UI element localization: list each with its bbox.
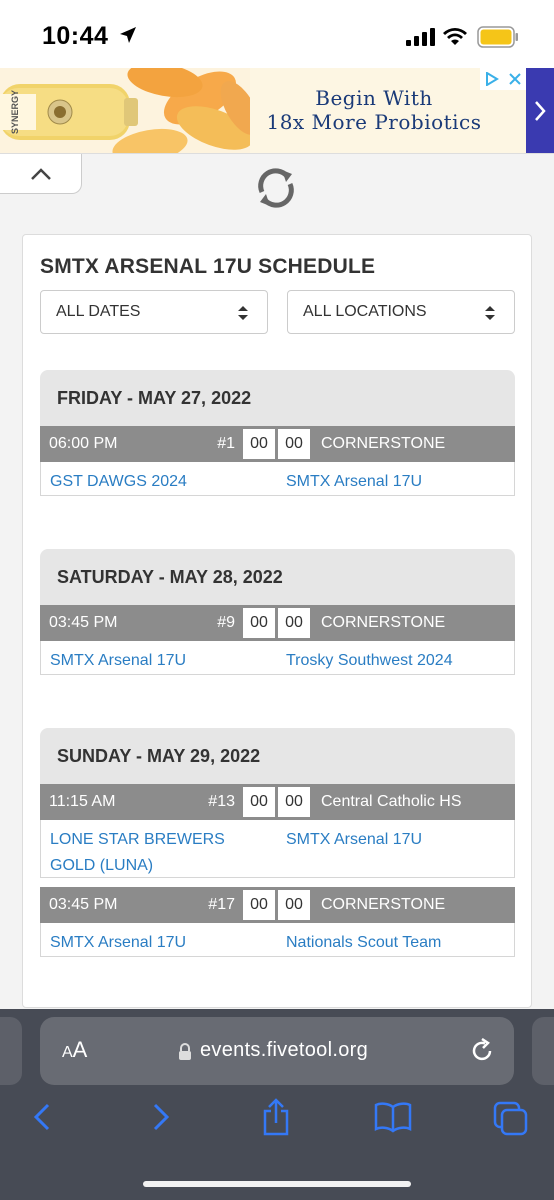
game-location: CORNERSTONE (321, 435, 446, 452)
page-content: SMTX ARSENAL 17U SCHEDULE ALL DATES ALL … (0, 154, 554, 1009)
game-number: #1 (217, 435, 235, 452)
lock-icon (179, 1043, 191, 1060)
game-time: 06:00 PM (49, 435, 118, 452)
svg-text:SYNERGY: SYNERGY (10, 90, 20, 134)
chevron-right-icon (535, 101, 546, 121)
team-away-link[interactable]: SMTX Arsenal 17U (286, 469, 422, 495)
game-time: 03:45 PM (49, 896, 118, 913)
ad-choices-icon[interactable] (485, 72, 499, 86)
reload-icon[interactable] (470, 1038, 496, 1064)
teams-row: SMTX Arsenal 17U Nationals Scout Team (40, 923, 515, 957)
cellular-signal-icon (406, 28, 435, 46)
tabs-icon[interactable] (493, 1101, 529, 1137)
team-away-link[interactable]: SMTX Arsenal 17U (286, 827, 422, 853)
team-home-link[interactable]: GST DAWGS 2024 (50, 469, 270, 495)
ad-close-icon[interactable] (508, 72, 522, 86)
date-filter-select[interactable]: ALL DATES (40, 290, 268, 334)
select-arrows-icon (485, 306, 495, 320)
day-header: SUNDAY - MAY 29, 2022 (40, 728, 515, 784)
browser-toolbar: AA events.fivetool.org (0, 1009, 554, 1200)
refresh-icon[interactable] (252, 164, 300, 212)
score-home: 00 (242, 786, 276, 818)
ad-headline-line2: 18x More Probiotics (266, 110, 482, 134)
ad-banner[interactable]: SYNERGY Begin With 18x More Probiotics (0, 68, 554, 154)
game-info-row: 03:45 PM #17 00 00 CORNERSTONE (40, 887, 515, 923)
ad-product-image[interactable]: SYNERGY (0, 68, 250, 154)
score-home: 00 (242, 428, 276, 460)
game-info-row: 06:00 PM #1 00 00 CORNERSTONE (40, 426, 515, 462)
game-time: 11:15 AM (49, 793, 116, 810)
ad-choices[interactable] (480, 68, 526, 90)
game-number: #9 (217, 614, 235, 631)
back-icon[interactable] (30, 1101, 54, 1133)
ad-headline-line1: Begin With (315, 86, 433, 110)
home-indicator (143, 1181, 411, 1187)
location-filter-value: ALL LOCATIONS (303, 303, 427, 320)
score-away: 00 (277, 607, 311, 639)
game-info-row: 03:45 PM #9 00 00 CORNERSTONE (40, 605, 515, 641)
day-header: SATURDAY - MAY 28, 2022 (40, 549, 515, 605)
ad-headline[interactable]: Begin With 18x More Probiotics (250, 86, 498, 134)
game-info-row: 11:15 AM #13 00 00 Central Catholic HS (40, 784, 515, 820)
game-location: Central Catholic HS (321, 793, 462, 810)
game-time: 03:45 PM (49, 614, 118, 631)
location-filter-select[interactable]: ALL LOCATIONS (287, 290, 515, 334)
schedule-title: SMTX ARSENAL 17U SCHEDULE (40, 255, 376, 278)
url-text[interactable]: events.fivetool.org (200, 1039, 368, 1062)
status-time: 10:44 (42, 22, 109, 50)
wifi-icon (443, 28, 467, 45)
chevron-up-icon (30, 167, 51, 180)
team-home-link[interactable]: SMTX Arsenal 17U (50, 648, 270, 674)
score-away: 00 (277, 786, 311, 818)
collapse-ad-button[interactable] (0, 154, 82, 194)
schedule-card: SMTX ARSENAL 17U SCHEDULE ALL DATES ALL … (22, 234, 532, 1008)
select-arrows-icon (238, 306, 248, 320)
team-home-link[interactable]: SMTX Arsenal 17U (50, 930, 270, 956)
day-block-sunday: SUNDAY - MAY 29, 2022 11:15 AM #13 00 00… (40, 728, 515, 957)
day-block-friday: FRIDAY - MAY 27, 2022 06:00 PM #1 00 00 … (40, 370, 515, 496)
score-home: 00 (242, 889, 276, 921)
address-bar[interactable]: AA events.fivetool.org (40, 1017, 514, 1085)
teams-row: GST DAWGS 2024 SMTX Arsenal 17U (40, 462, 515, 496)
score-home: 00 (242, 607, 276, 639)
previous-tab-peek[interactable] (0, 1017, 22, 1085)
game-number: #13 (208, 793, 235, 810)
score-away: 00 (277, 889, 311, 921)
day-header: FRIDAY - MAY 27, 2022 (40, 370, 515, 426)
ad-next-button[interactable] (526, 68, 554, 153)
teams-row: LONE STAR BREWERS GOLD (LUNA) SMTX Arsen… (40, 820, 515, 878)
bookmarks-icon[interactable] (374, 1101, 412, 1133)
game-number: #17 (208, 896, 235, 913)
battery-icon (477, 26, 518, 48)
location-arrow-icon (120, 27, 136, 43)
day-block-saturday: SATURDAY - MAY 28, 2022 03:45 PM #9 00 0… (40, 549, 515, 675)
teams-row: SMTX Arsenal 17U Trosky Southwest 2024 (40, 641, 515, 675)
next-tab-peek[interactable] (532, 1017, 554, 1085)
team-away-link[interactable]: Nationals Scout Team (286, 930, 441, 956)
team-home-link[interactable]: LONE STAR BREWERS GOLD (LUNA) (50, 827, 270, 879)
share-icon[interactable] (260, 1097, 292, 1137)
game-location: CORNERSTONE (321, 896, 446, 913)
game-location: CORNERSTONE (321, 614, 446, 631)
team-away-link[interactable]: Trosky Southwest 2024 (286, 648, 453, 674)
date-filter-value: ALL DATES (56, 303, 141, 320)
ad-brand-logo: SYNERGY (10, 90, 20, 134)
forward-icon[interactable] (149, 1101, 173, 1133)
status-bar: 10:44 (0, 0, 554, 68)
text-size-button[interactable]: AA (62, 1037, 87, 1063)
score-away: 00 (277, 428, 311, 460)
